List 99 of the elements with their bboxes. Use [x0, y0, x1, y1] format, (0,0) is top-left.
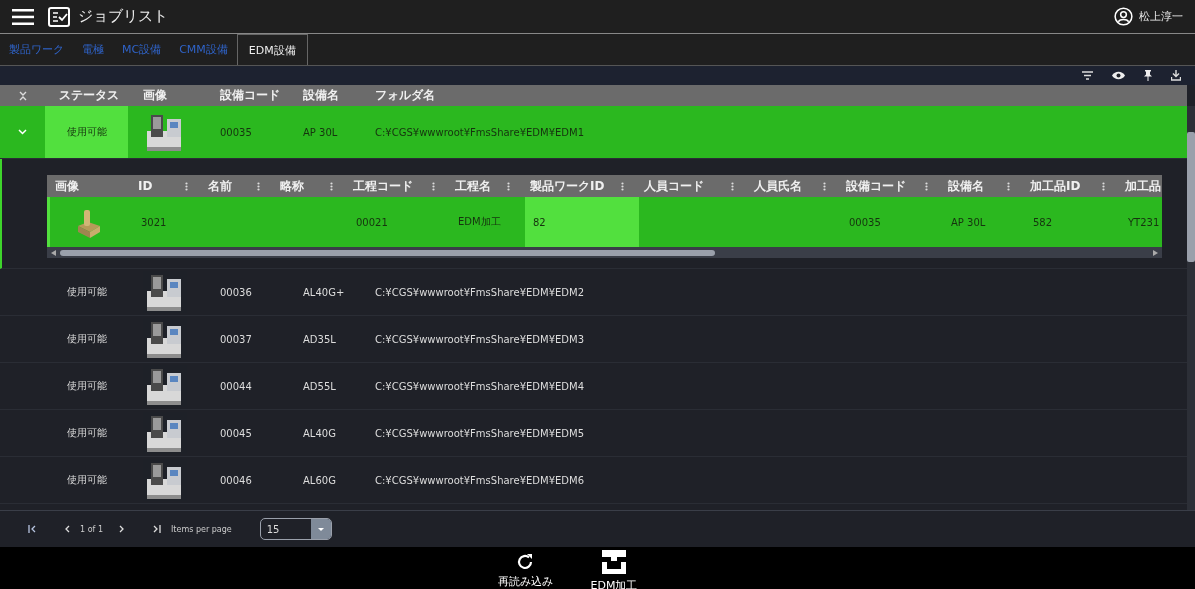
column-menu-icon[interactable]: [257, 181, 260, 191]
column-menu-icon[interactable]: [925, 181, 928, 191]
last-page-icon[interactable]: [153, 525, 161, 533]
status-cell-text: 使用可能: [65, 473, 108, 487]
column-header[interactable]: ステータス: [45, 87, 128, 104]
column-menu-icon[interactable]: [432, 181, 435, 191]
table-cell-text: C:¥CGS¥wwwroot¥FmsShare¥EDM¥EDM6: [375, 474, 586, 486]
column-menu-icon[interactable]: [330, 181, 333, 191]
table-cell-text: 00044: [220, 380, 253, 392]
table-cell: 582: [1033, 216, 1053, 228]
download-icon[interactable]: [1171, 70, 1181, 81]
table-cell-text: AL60G: [303, 474, 337, 486]
page-range: 1 of 1: [80, 524, 103, 534]
column-menu-icon[interactable]: [731, 181, 734, 191]
column-header[interactable]: 名前: [208, 177, 232, 195]
column-header[interactable]: 設備コード: [846, 177, 906, 195]
column-header[interactable]: 設備名: [303, 87, 375, 104]
items-per-page-select[interactable]: 15: [259, 518, 332, 540]
table-row[interactable]: 使用可能 00036 AL40G+ C:¥CGS¥wwwroot¥FmsShare¥EDM¥EDM2: [0, 269, 1187, 316]
table-cell-text: C:¥CGS¥wwwroot¥FmsShare¥EDM¥EDM4: [375, 380, 586, 392]
items-per-page-label: Items per page: [171, 524, 232, 534]
collapse-all-icon[interactable]: [18, 90, 27, 101]
column-header[interactable]: 加工品ID: [1030, 177, 1081, 195]
tab[interactable]: 製品ワーク: [0, 34, 73, 65]
vertical-scrollbar[interactable]: [1187, 106, 1195, 510]
table-cell: AP 30L: [951, 216, 986, 228]
table-cell: YT231: [1128, 216, 1160, 228]
detail-row[interactable]: 3021 00021 EDM加工 82 00035 AP 30L 582 YT231: [47, 197, 1162, 247]
checklist-icon: [48, 6, 70, 27]
column-menu-icon[interactable]: [1102, 181, 1105, 191]
column-menu-icon[interactable]: [507, 181, 510, 191]
refresh-icon: [516, 553, 535, 571]
column-menu-icon[interactable]: [823, 181, 826, 191]
reload-button[interactable]: 再読み込み: [493, 551, 557, 589]
table-cell-text: 00046: [220, 474, 253, 486]
previous-page-icon[interactable]: [64, 525, 70, 533]
column-header[interactable]: 画像: [128, 87, 220, 104]
user-name[interactable]: 松上淳一: [1139, 9, 1183, 24]
table-cell: 3021: [141, 216, 167, 228]
table-row[interactable]: 使用可能 00046 AL60G C:¥CGS¥wwwroot¥FmsShare¥EDM¥EDM6: [0, 457, 1187, 504]
scroll-left-icon[interactable]: [51, 249, 56, 256]
table-cell-text: 00035: [220, 126, 253, 138]
tab[interactable]: MC設備: [113, 34, 171, 65]
table-cell: 00035: [849, 216, 881, 228]
column-header[interactable]: 工程コード: [353, 177, 413, 195]
status-cell: 使用可能: [45, 106, 128, 158]
user-avatar-icon[interactable]: [1114, 7, 1133, 26]
column-header[interactable]: 設備名: [948, 177, 984, 195]
column-header[interactable]: 工程名: [455, 177, 491, 195]
table-cell-text: C:¥CGS¥wwwroot¥FmsShare¥EDM¥EDM2: [375, 286, 586, 298]
status-cell-text: 使用可能: [65, 332, 108, 346]
column-header[interactable]: 設備コード: [220, 87, 303, 104]
table-cell-text: AD35L: [303, 333, 337, 345]
scroll-right-icon[interactable]: [1153, 249, 1158, 256]
next-page-icon[interactable]: [119, 525, 125, 533]
table-cell-text: C:¥CGS¥wwwroot¥FmsShare¥EDM¥EDM1: [375, 126, 586, 138]
table-cell-text: C:¥CGS¥wwwroot¥FmsShare¥EDM¥EDM3: [375, 333, 586, 345]
column-menu-icon[interactable]: [1007, 181, 1010, 191]
status-cell-text: 使用可能: [65, 379, 108, 393]
column-header[interactable]: 略称: [280, 177, 304, 195]
status-cell-text: 使用可能: [65, 285, 108, 299]
pin-icon[interactable]: [1144, 70, 1152, 81]
tab[interactable]: EDM設備: [236, 34, 308, 65]
column-header[interactable]: 人員コード: [644, 177, 704, 195]
column-menu-icon[interactable]: [621, 181, 624, 191]
caret-icon: [317, 527, 324, 531]
filter-icon[interactable]: [1082, 71, 1093, 80]
table-cell-text: 00037: [220, 333, 253, 345]
table-cell-text: 00036: [220, 286, 253, 298]
horizontal-scrollbar[interactable]: [47, 247, 1162, 258]
tab[interactable]: CMM設備: [170, 34, 237, 65]
menu-icon[interactable]: [12, 8, 34, 25]
column-header[interactable]: 人員氏名: [754, 177, 802, 195]
column-menu-icon[interactable]: [185, 181, 188, 191]
first-page-icon[interactable]: [28, 525, 36, 533]
table-cell-text: AL40G+: [303, 286, 346, 298]
table-cell: EDM加工: [458, 215, 501, 229]
chevron-down-icon[interactable]: [18, 129, 27, 135]
table-cell-text: AD55L: [303, 380, 337, 392]
table-cell-text: 00045: [220, 427, 253, 439]
eye-icon[interactable]: [1112, 71, 1125, 80]
table-row[interactable]: 使用可能 00037 AD35L C:¥CGS¥wwwroot¥FmsShare¥EDM¥EDM3: [0, 316, 1187, 363]
status-cell-text: 使用可能: [65, 426, 108, 440]
tab[interactable]: 電極: [73, 34, 113, 65]
column-header[interactable]: フォルダ名: [375, 87, 1187, 104]
table-row[interactable]: 使用可能 00045 AL40G C:¥CGS¥wwwroot¥FmsShare¥EDM¥EDM5: [0, 410, 1187, 457]
app-title: ジョブリスト: [78, 7, 168, 26]
table-row[interactable]: 使用可能 00044 AD55L C:¥CGS¥wwwroot¥FmsShare¥EDM¥EDM4: [0, 363, 1187, 410]
machining-icon: [601, 549, 627, 575]
column-header[interactable]: ID: [138, 179, 153, 193]
column-header[interactable]: 画像: [55, 177, 79, 195]
column-header[interactable]: 加工品: [1125, 177, 1161, 195]
table-cell: 00021: [356, 216, 388, 228]
table-cell-text: AL40G: [303, 427, 337, 439]
column-header[interactable]: 製品ワークID: [530, 177, 605, 195]
table-cell-text: C:¥CGS¥wwwroot¥FmsShare¥EDM¥EDM5: [375, 427, 586, 439]
selected-row[interactable]: 使用可能 00035 AP 30L C:¥CGS¥wwwroot¥FmsShare¥EDM¥EDM1: [0, 106, 1187, 159]
table-cell-text: AP 30L: [303, 126, 339, 138]
table-cell: 82: [533, 216, 546, 228]
